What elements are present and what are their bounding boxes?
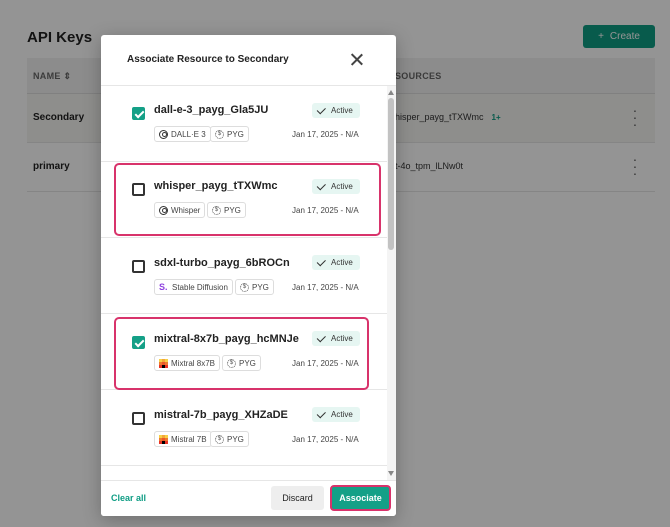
scroll-down-icon[interactable]: [388, 471, 394, 476]
model-tag: S. Stable Diffusion: [154, 279, 233, 295]
list-item[interactable]: mistral-7b_payg_XHZaDE Active Mistral 7B…: [101, 390, 387, 466]
associate-button[interactable]: Associate: [330, 485, 391, 511]
selection-highlight: [114, 163, 381, 236]
dialog-title: Associate Resource to Secondary: [127, 54, 289, 65]
pyg-icon: $: [215, 129, 224, 139]
mistral-icon: [159, 434, 168, 444]
stable-diffusion-icon: S.: [159, 281, 168, 292]
billing-tag: $ PYG: [235, 279, 274, 295]
dialog-header: Associate Resource to Secondary: [101, 35, 396, 86]
discard-button[interactable]: Discard: [271, 486, 324, 510]
status-badge: Active: [312, 255, 360, 270]
scroll-up-icon[interactable]: [388, 90, 394, 95]
list-item[interactable]: dall-e-3_payg_Gla5JU Active DALL·E 3 $ PY…: [101, 86, 387, 162]
model-tag: DALL·E 3: [154, 126, 211, 142]
resource-checkbox[interactable]: [132, 107, 145, 120]
billing-tag: $ PYG: [210, 431, 249, 447]
pyg-icon: $: [240, 282, 249, 292]
associate-resource-dialog: Associate Resource to Secondary dall-e-3…: [101, 35, 396, 516]
date-range: Jan 17, 2025 - N/A: [292, 130, 359, 139]
dialog-footer: Clear all Discard Associate: [101, 480, 396, 516]
check-icon: [316, 105, 326, 115]
resource-name: mistral-7b_payg_XHZaDE: [154, 409, 288, 421]
billing-tag: $ PYG: [210, 126, 249, 142]
resource-name: dall-e-3_payg_Gla5JU: [154, 104, 269, 116]
resource-name: sdxl-turbo_payg_6bROCn: [154, 257, 290, 269]
list-item[interactable]: sdxl-turbo_payg_6bROCn Active S. Stable D…: [101, 238, 387, 314]
pyg-icon: $: [215, 434, 224, 444]
clear-all-link[interactable]: Clear all: [111, 493, 146, 503]
close-icon[interactable]: [348, 51, 366, 69]
status-badge: Active: [312, 407, 360, 422]
selection-highlight: [114, 317, 369, 390]
date-range: Jan 17, 2025 - N/A: [292, 283, 359, 292]
resource-checkbox[interactable]: [132, 412, 145, 425]
check-icon: [316, 257, 326, 267]
status-badge: Active: [312, 103, 360, 118]
openai-icon: [159, 129, 168, 139]
resource-checkbox[interactable]: [132, 260, 145, 273]
check-icon: [316, 409, 326, 419]
date-range: Jan 17, 2025 - N/A: [292, 435, 359, 444]
model-tag: Mistral 7B: [154, 431, 212, 447]
scrollbar-thumb[interactable]: [388, 98, 394, 250]
resource-list: dall-e-3_payg_Gla5JU Active DALL·E 3 $ PY…: [101, 86, 396, 480]
